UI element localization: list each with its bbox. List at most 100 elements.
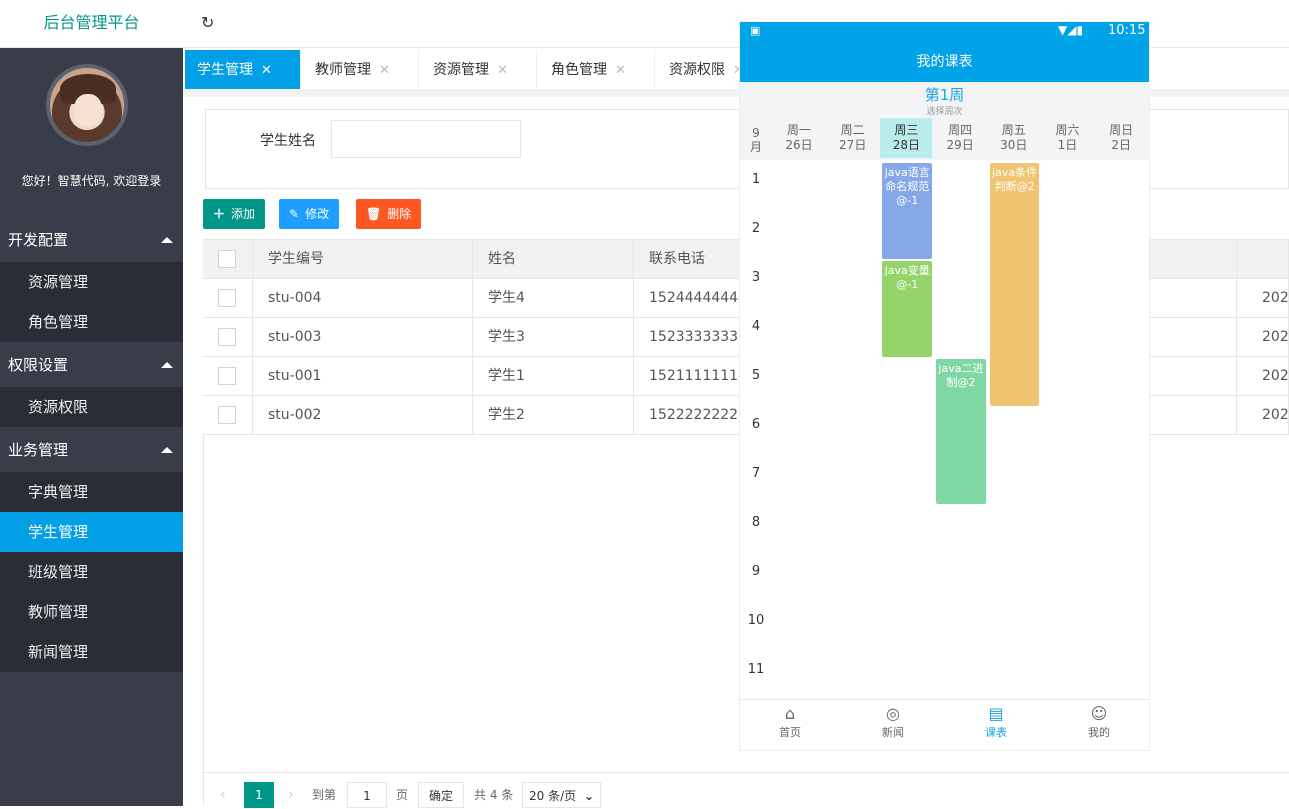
row-checkbox[interactable] <box>218 289 236 307</box>
course-block[interactable]: java语言命名规范@-1 <box>882 163 933 259</box>
day-date: 1日 <box>1057 138 1078 152</box>
course-block[interactable]: java条件判断@2 <box>989 163 1040 406</box>
close-icon[interactable]: ✕ <box>497 63 508 78</box>
current-page[interactable]: 1 <box>244 782 274 808</box>
tab[interactable]: 资源管理 ✕ <box>421 50 537 90</box>
news-icon: ◎ <box>886 704 900 723</box>
sidebar-group-0[interactable]: 开发配置 <box>0 220 183 260</box>
nav-home[interactable]: ⌂ 首页 <box>740 704 840 740</box>
phone-status-bar: ▣ ▼◢▮ 10:15 <box>740 22 1149 42</box>
month-label: 9 月 <box>748 126 764 154</box>
close-icon[interactable]: ✕ <box>261 63 272 78</box>
table-cell-extra: 2022 <box>1237 318 1289 357</box>
table-cell-id: stu-004 <box>253 279 473 318</box>
week-selector[interactable]: 第1周 选择周次 <box>740 82 1149 118</box>
row-select-cell <box>203 357 253 396</box>
row-select-cell <box>203 318 253 357</box>
sidebar: 您好！智慧代码, 欢迎登录 <box>0 48 183 806</box>
row-checkbox[interactable] <box>218 367 236 385</box>
sidebar-group-label: 权限设置 <box>8 356 69 374</box>
row-checkbox[interactable] <box>218 406 236 424</box>
sidebar-item[interactable]: 新闻管理 <box>0 632 183 672</box>
nav-news[interactable]: ◎ 新闻 <box>843 704 943 740</box>
day-name: 周六 <box>1055 123 1080 137</box>
sidebar-group-1[interactable]: 权限设置 <box>0 345 183 385</box>
day-name: 周二 <box>840 123 865 137</box>
tab[interactable]: 教师管理 ✕ <box>303 50 419 90</box>
nav-label: 新闻 <box>882 726 904 739</box>
close-icon[interactable]: ✕ <box>379 63 390 78</box>
sidebar-group-label: 业务管理 <box>8 441 69 459</box>
next-page-icon[interactable]: › <box>288 782 294 808</box>
page-unit-label: 页 <box>396 788 409 802</box>
period-number: 8 <box>751 515 761 530</box>
day-header[interactable]: 周五 30日 <box>988 118 1040 158</box>
day-date: 29日 <box>946 138 974 152</box>
goto-page-input[interactable]: 1 <box>347 782 387 808</box>
period-number: 10 <box>747 613 765 628</box>
nav-label: 首页 <box>779 726 801 739</box>
page-size-select[interactable]: 20 条/页 ⌄ <box>522 782 602 808</box>
edit-button[interactable]: ✎ 修改 <box>279 199 340 229</box>
sidebar-item[interactable]: 教师管理 <box>0 592 183 632</box>
day-header[interactable]: 周二 27日 <box>827 118 879 158</box>
day-name: 周一 <box>786 123 811 137</box>
sidebar-group-2[interactable]: 业务管理 <box>0 430 183 470</box>
sidebar-item[interactable]: 资源权限 <box>0 387 183 427</box>
nav-profile[interactable]: ☺ 我的 <box>1049 704 1149 740</box>
prev-page-icon[interactable]: ‹ <box>220 782 226 808</box>
sidebar-item[interactable]: 角色管理 <box>0 302 183 342</box>
period-number: 1 <box>751 172 761 187</box>
period-number: 11 <box>747 662 765 677</box>
row-checkbox[interactable] <box>218 328 236 346</box>
table-header-cell[interactable]: 姓名 <box>473 240 634 279</box>
tab[interactable]: 角色管理 ✕ <box>539 50 655 90</box>
add-button[interactable]: ＋ 添加 <box>203 199 266 229</box>
select-all-checkbox[interactable] <box>218 250 236 268</box>
table-cell-id: stu-002 <box>253 396 473 435</box>
table-cell-extra: 2022 <box>1237 396 1289 435</box>
table-header-cell[interactable]: 学生编号 <box>253 240 473 279</box>
week-name: 第1周 <box>924 86 965 104</box>
sidebar-group-label: 开发配置 <box>8 231 69 249</box>
page-size-value: 20 条/页 <box>529 789 577 803</box>
notification-icon: ▣ <box>750 24 761 37</box>
delete-button[interactable]: 🗑 删除 <box>356 199 422 229</box>
caret-up-icon <box>161 237 173 243</box>
table-cell-extra: 2022 <box>1237 279 1289 318</box>
day-header[interactable]: 周日 2日 <box>1095 118 1147 158</box>
month-number: 9 <box>752 126 760 140</box>
month-unit: 月 <box>749 140 762 154</box>
phone-bottom-nav: ⌂ 首页 ◎ 新闻 ▤ 课表 ☺ 我的 <box>740 699 1149 750</box>
sidebar-item[interactable]: 学生管理 <box>0 512 183 552</box>
avatar[interactable] <box>46 64 128 146</box>
day-header[interactable]: 周四 29日 <box>934 118 986 158</box>
day-name: 周三 <box>894 123 919 137</box>
day-header[interactable]: 周三 28日 <box>880 118 933 158</box>
sidebar-item[interactable]: 资源管理 <box>0 262 183 302</box>
course-block[interactable]: java变量@-1 <box>882 261 933 357</box>
day-header[interactable]: 周一 26日 <box>773 118 825 158</box>
profile-icon: ☺ <box>1090 704 1108 723</box>
day-date: 28日 <box>892 138 921 152</box>
period-number: 2 <box>751 221 761 236</box>
tab[interactable]: 学生管理 ✕ <box>185 50 301 90</box>
sidebar-item[interactable]: 字典管理 <box>0 472 183 512</box>
day-date: 30日 <box>1000 138 1028 152</box>
day-name: 周四 <box>948 123 973 137</box>
nav-label: 我的 <box>1088 726 1110 739</box>
day-header[interactable]: 周六 1日 <box>1042 118 1094 158</box>
chevron-down-icon: ⌄ <box>583 789 595 803</box>
header-select-cell <box>203 240 253 279</box>
table-cell-name: 学生4 <box>473 279 634 318</box>
sidebar-item[interactable]: 班级管理 <box>0 552 183 592</box>
student-name-input[interactable] <box>331 120 521 158</box>
close-icon[interactable]: ✕ <box>615 63 626 78</box>
day-header-row: 周一 26日 周二 27日 周三 28日 周四 29日 周五 30日 周六 1日 周日 2日 <box>740 118 1149 160</box>
refresh-icon[interactable]: ↻ <box>201 13 214 32</box>
nav-calendar[interactable]: ▤ 课表 <box>946 704 1046 740</box>
course-block[interactable]: java二进制@2 <box>936 359 986 504</box>
day-name: 周日 <box>1109 123 1134 137</box>
confirm-button[interactable]: 确定 <box>418 782 465 808</box>
search-label: 学生姓名 <box>260 133 316 149</box>
